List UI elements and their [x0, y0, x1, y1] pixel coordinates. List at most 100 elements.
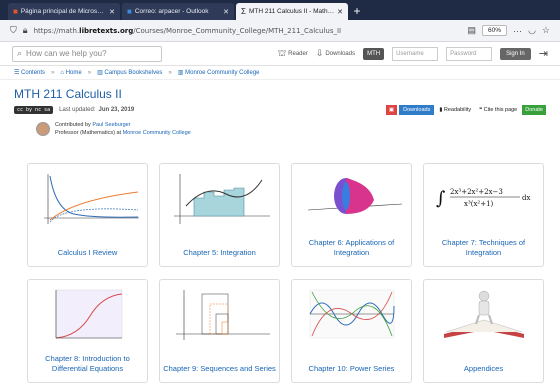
card-title: Chapter 6: Applications of Integration	[308, 238, 395, 257]
browser-tab-strip: ■ Página principal de Microsoft Of ✕ ■ C…	[0, 0, 560, 20]
reader-icon: ⛫	[277, 47, 287, 58]
url-field[interactable]: https://math.libretexts.org/Courses/Monr…	[34, 27, 462, 35]
username-field[interactable]: Username	[392, 46, 439, 61]
close-icon[interactable]: ✕	[337, 8, 343, 16]
new-tab-button[interactable]: +	[350, 3, 364, 20]
applications-thumbnail	[307, 178, 403, 214]
page-meta: cc by nc sa Last updated: Jun 23, 2019 ▣…	[0, 101, 560, 115]
shield-icon[interactable]: ⛉	[10, 25, 17, 36]
lock-icon[interactable]: 🔒︎	[23, 25, 28, 36]
last-updated-date: Jun 23, 2019	[98, 107, 135, 113]
home-link[interactable]: ⌂ Home	[60, 70, 81, 76]
browser-tab-3-label: MTH 211 Calculus II - Mathematic	[248, 8, 334, 15]
url-path: /Courses/Monroe_Community_College/MTH_21…	[133, 26, 342, 35]
sigma-icon: Σ	[241, 7, 246, 16]
search-input[interactable]: ⌕ How can we help you?	[12, 45, 162, 62]
contributor-info: Contributed by Paul Seeburger Professor …	[0, 115, 560, 137]
bookshelves-link[interactable]: ▥ Campus Bookshelves	[97, 69, 162, 76]
search-icon: ⌕	[17, 48, 23, 58]
card-title: Chapter 9: Sequences and Series	[163, 364, 276, 373]
card-chapter-9[interactable]: Chapter 9: Sequences and Series	[159, 279, 280, 383]
mth-badge[interactable]: MTH	[363, 47, 385, 60]
breadcrumb-separator: »	[87, 69, 92, 76]
search-placeholder: How can we help you?	[26, 49, 107, 58]
breadcrumb-separator: »	[168, 69, 172, 76]
calculus-review-thumbnail	[44, 174, 139, 224]
close-icon[interactable]: ✕	[223, 8, 229, 16]
card-appendices[interactable]: Appendices	[423, 279, 544, 383]
differential-equations-thumbnail	[55, 289, 123, 339]
home-icon: ⌂	[60, 69, 65, 76]
close-icon[interactable]: ✕	[109, 8, 115, 16]
card-chapter-7[interactable]: ∫ 2x³+2x²+2x−3 x³(x²+1) dx Chapter 7: Te…	[423, 163, 544, 267]
bookmark-star-icon[interactable]: ☆	[542, 25, 550, 36]
office-icon: ■	[13, 7, 18, 16]
browser-tab-3[interactable]: Σ MTH 211 Calculus II - Mathematic ✕	[236, 3, 348, 20]
browser-tab-2-label: Correo: arpacer - Outlook	[134, 8, 209, 15]
power-series-thumbnail	[309, 289, 395, 339]
card-chapter-8[interactable]: Chapter 8: Introduction to Differential …	[27, 279, 148, 383]
bookshelf-icon: ▥	[177, 70, 184, 76]
contributed-by-label: Contributed by	[55, 122, 91, 128]
password-field[interactable]: Password	[446, 46, 493, 61]
author-link[interactable]: Paul Seeburger	[92, 122, 130, 128]
card-chapter-6[interactable]: Chapter 6: Applications of Integration	[291, 163, 412, 267]
address-bar: ⛉ 🔒︎ https://math.libretexts.org/Courses…	[0, 20, 560, 42]
outlook-icon: ■	[127, 7, 132, 16]
card-title: Chapter 5: Integration	[183, 248, 256, 257]
browser-tab-1[interactable]: ■ Página principal de Microsoft Of ✕	[8, 3, 120, 20]
page-toolbar: ▣ Downloads ▮ Readability ❝ Cite this pa…	[385, 105, 546, 115]
contents-label: Contents	[21, 70, 46, 76]
card-title: Calculus I Review	[57, 248, 118, 257]
signin-button[interactable]: Sign In	[500, 47, 531, 60]
appendices-thumbnail	[444, 290, 524, 338]
card-title: Chapter 7: Techniques of Integration	[441, 238, 526, 257]
url-domain: libretexts.org	[79, 26, 134, 35]
downloads-button[interactable]: Downloads	[399, 105, 435, 115]
avatar	[36, 122, 50, 136]
book-icon: ▮	[439, 107, 443, 113]
contents-link[interactable]: ☰ Contents	[14, 69, 45, 76]
donate-button[interactable]: Donate	[522, 105, 546, 115]
college-label: Monroe Community College	[185, 70, 260, 76]
card-title: Chapter 8: Introduction to Differential …	[45, 354, 130, 373]
browser-tab-2[interactable]: ■ Correo: arpacer - Outlook ✕	[122, 3, 234, 20]
svg-text:dx: dx	[522, 194, 530, 202]
pocket-icon[interactable]: ◡	[528, 25, 536, 36]
cite-label: Cite this page	[483, 107, 518, 113]
card-chapter-5[interactable]: Chapter 5: Integration	[159, 163, 280, 267]
site-header: ⌕ How can we help you? ⛫ Reader ⇩ Download…	[0, 42, 560, 66]
card-calculus-review[interactable]: Calculus I Review	[27, 163, 148, 267]
breadcrumb: ☰ Contents » ⌂ Home » ▥ Campus Bookshelv…	[0, 66, 560, 80]
reader-link[interactable]: ⛫ Reader	[278, 48, 308, 60]
pdf-icon[interactable]: ▣	[385, 105, 398, 115]
svg-text:∫: ∫	[436, 188, 446, 209]
card-title: Chapter 10: Power Series	[308, 364, 395, 373]
browser-tab-1-label: Página principal de Microsoft Of	[20, 8, 107, 15]
downloads-link[interactable]: ⇩ Downloads	[316, 48, 355, 59]
url-prefix: https://math.	[33, 26, 80, 35]
college-link[interactable]: ▥ Monroe Community College	[178, 69, 260, 76]
bookshelves-label: Campus Bookshelves	[104, 70, 163, 76]
card-title: Appendices	[463, 364, 504, 373]
more-icon[interactable]: ···	[513, 26, 522, 36]
quote-icon: ❝	[479, 107, 483, 113]
zoom-level[interactable]: 60%	[482, 25, 508, 36]
reader-view-icon[interactable]: ▤	[468, 25, 477, 36]
sequences-thumbnail	[176, 290, 270, 340]
exit-icon[interactable]: ⇥	[539, 47, 548, 60]
author-role: Professor (Mathematics)	[55, 130, 115, 136]
readability-button[interactable]: ▮ Readability	[436, 105, 474, 115]
techniques-thumbnail: ∫ 2x³+2x²+2x−3 x³(x²+1) dx	[436, 188, 530, 209]
card-chapter-10[interactable]: Chapter 10: Power Series	[291, 279, 412, 383]
svg-text:2x³+2x²+2x−3: 2x³+2x²+2x−3	[450, 188, 503, 196]
institution-link[interactable]: Monroe Community College	[123, 130, 191, 136]
readability-label: Readability	[443, 107, 472, 113]
license-badge[interactable]: cc by nc sa	[14, 106, 54, 114]
cite-button[interactable]: ❝ Cite this page	[476, 105, 520, 115]
svg-text:x³(x²+1): x³(x²+1)	[464, 200, 494, 208]
integration-thumbnail	[174, 174, 270, 224]
reader-label: Reader	[288, 50, 308, 57]
bookshelf-icon: ▥	[97, 70, 103, 76]
last-updated-label: Last updated:	[59, 107, 96, 113]
